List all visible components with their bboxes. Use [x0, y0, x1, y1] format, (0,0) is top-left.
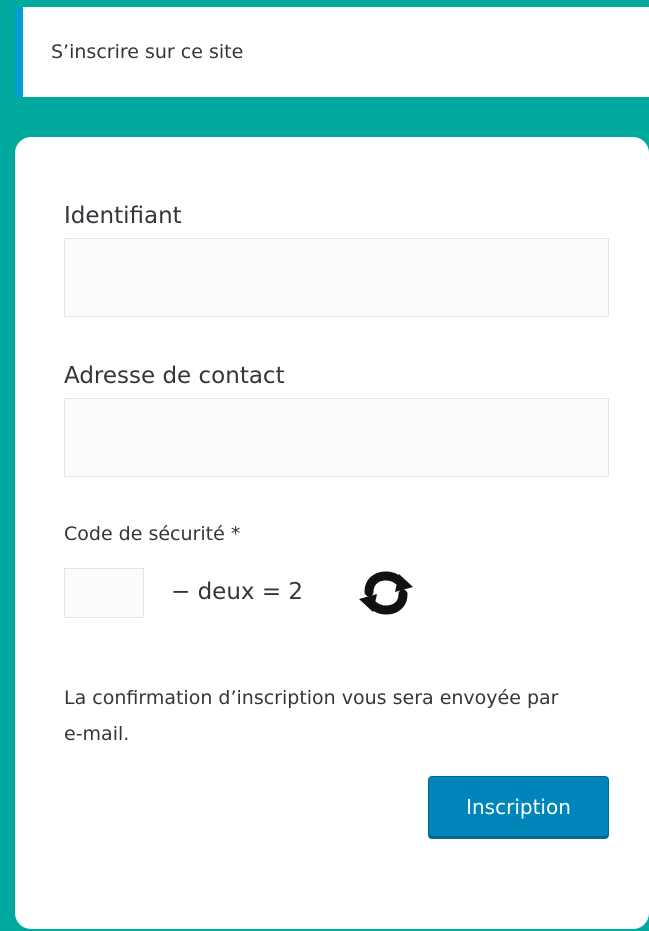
registration-form: Identifiant Adresse de contact Code de s… — [15, 137, 649, 929]
email-label: Adresse de contact — [64, 363, 285, 389]
registration-confirmation-message: La confirmation d’inscription vous sera … — [64, 687, 559, 745]
refresh-captcha-button[interactable] — [354, 569, 418, 617]
username-input[interactable] — [64, 238, 609, 317]
security-code-input[interactable] — [64, 568, 144, 618]
username-label: Identifiant — [64, 203, 182, 229]
registration-submit-button[interactable]: Inscription — [428, 776, 609, 837]
registration-notice: S’inscrire sur ce site — [15, 7, 649, 97]
refresh-icon — [354, 569, 418, 617]
security-code-label: Code de sécurité * — [64, 523, 241, 545]
email-input[interactable] — [64, 398, 609, 477]
security-code-expression: − deux = 2 — [171, 579, 304, 605]
notice-text: S’inscrire sur ce site — [51, 41, 244, 63]
